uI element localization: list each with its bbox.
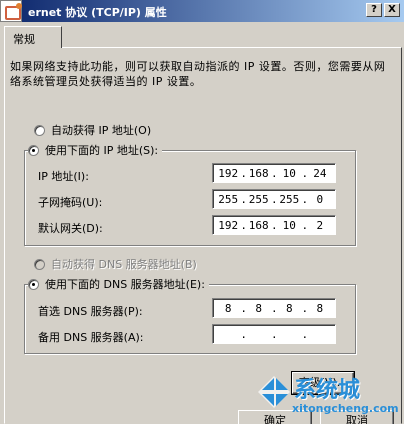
ip-dot: . xyxy=(240,327,248,341)
ip-dot: . xyxy=(301,327,309,341)
ip-segment: 168 xyxy=(248,218,269,232)
subnet-mask-input[interactable]: 255. 255. 255. 0 xyxy=(212,189,336,209)
ip-dot: . xyxy=(270,192,278,206)
ip-dot: . xyxy=(240,301,248,315)
manual-ip-label: 使用下面的 IP 地址(S): xyxy=(45,144,159,157)
default-gateway-input[interactable]: 192. 168. 10. 2 xyxy=(212,215,336,235)
manual-dns-radio[interactable]: 使用下面的 DNS 服务器地址(E): xyxy=(28,276,209,292)
watermark: 系统城 xitongcheng.com xyxy=(252,372,402,422)
ip-segment: 10 xyxy=(282,166,296,180)
auto-dns-label: 自动获得 DNS 服务器地址(B) xyxy=(51,258,197,271)
manual-ip-radio[interactable]: 使用下面的 IP 地址(S): xyxy=(28,142,163,158)
auto-ip-radio[interactable]: 自动获得 IP 地址(O) xyxy=(34,122,151,138)
ip-dot: . xyxy=(301,166,309,180)
network-connection-icon xyxy=(0,0,22,22)
ip-segment: 255 xyxy=(248,192,269,206)
auto-dns-radio[interactable]: 自动获得 DNS 服务器地址(B) xyxy=(34,256,197,272)
ip-dot: . xyxy=(270,301,278,315)
ip-segment: 8 xyxy=(316,301,324,315)
ip-address-label: IP 地址(I): xyxy=(38,170,89,183)
ip-dot: . xyxy=(240,192,248,206)
ip-segment: 2 xyxy=(316,218,324,232)
alternate-dns-label: 备用 DNS 服务器(A): xyxy=(38,331,144,344)
ip-dot: . xyxy=(270,218,278,232)
ip-segment: 8 xyxy=(285,301,293,315)
ip-address-input[interactable]: 192. 168. 10. 24 xyxy=(212,163,336,183)
ip-segment: 0 xyxy=(316,192,324,206)
ip-dot: . xyxy=(270,166,278,180)
window-title: ernet 协议 (TCP/IP) 属性 xyxy=(28,6,167,19)
help-button[interactable]: ? xyxy=(366,3,382,17)
close-button[interactable]: X xyxy=(384,3,400,17)
radio-indicator xyxy=(34,124,45,136)
watermark-brand: 系统城 xyxy=(294,378,361,403)
ip-dot: . xyxy=(301,301,309,315)
auto-ip-label: 自动获得 IP 地址(O) xyxy=(51,124,152,137)
ip-segment: 255 xyxy=(279,192,300,206)
ip-segment: 192 xyxy=(218,218,239,232)
radio-indicator xyxy=(28,144,39,156)
radio-indicator xyxy=(28,278,39,290)
ip-segment: 10 xyxy=(282,218,296,232)
ip-dot: . xyxy=(270,327,278,341)
preferred-dns-label: 首选 DNS 服务器(P): xyxy=(38,305,143,318)
ip-segment: 192 xyxy=(218,166,239,180)
windows-logo-icon xyxy=(258,376,290,408)
ip-dot: . xyxy=(301,192,309,206)
tab-general[interactable]: 常规 xyxy=(4,26,62,48)
watermark-domain: xitongcheng.com xyxy=(292,402,399,415)
ip-segment: 8 xyxy=(255,301,263,315)
title-bar[interactable]: ernet 协议 (TCP/IP) 属性 ? X xyxy=(0,0,404,22)
ip-segment: 24 xyxy=(313,166,327,180)
ip-dot: . xyxy=(240,166,248,180)
alternate-dns-input[interactable]: . . . xyxy=(212,324,336,344)
manual-dns-label: 使用下面的 DNS 服务器地址(E): xyxy=(45,278,205,291)
ip-segment: 255 xyxy=(218,192,239,206)
ip-segment: 168 xyxy=(248,166,269,180)
ip-segment: 8 xyxy=(224,301,232,315)
tab-general-label: 常规 xyxy=(13,33,35,46)
ip-dot: . xyxy=(301,218,309,232)
radio-indicator xyxy=(34,258,45,270)
default-gateway-label: 默认网关(D): xyxy=(38,222,103,235)
preferred-dns-input[interactable]: 8. 8. 8. 8 xyxy=(212,298,336,318)
ip-dot: . xyxy=(240,218,248,232)
intro-text: 如果网络支持此功能，则可以获取自动指派的 IP 设置。否则，您需要从网络系统管理… xyxy=(10,60,386,88)
subnet-mask-label: 子网掩码(U): xyxy=(38,196,103,209)
